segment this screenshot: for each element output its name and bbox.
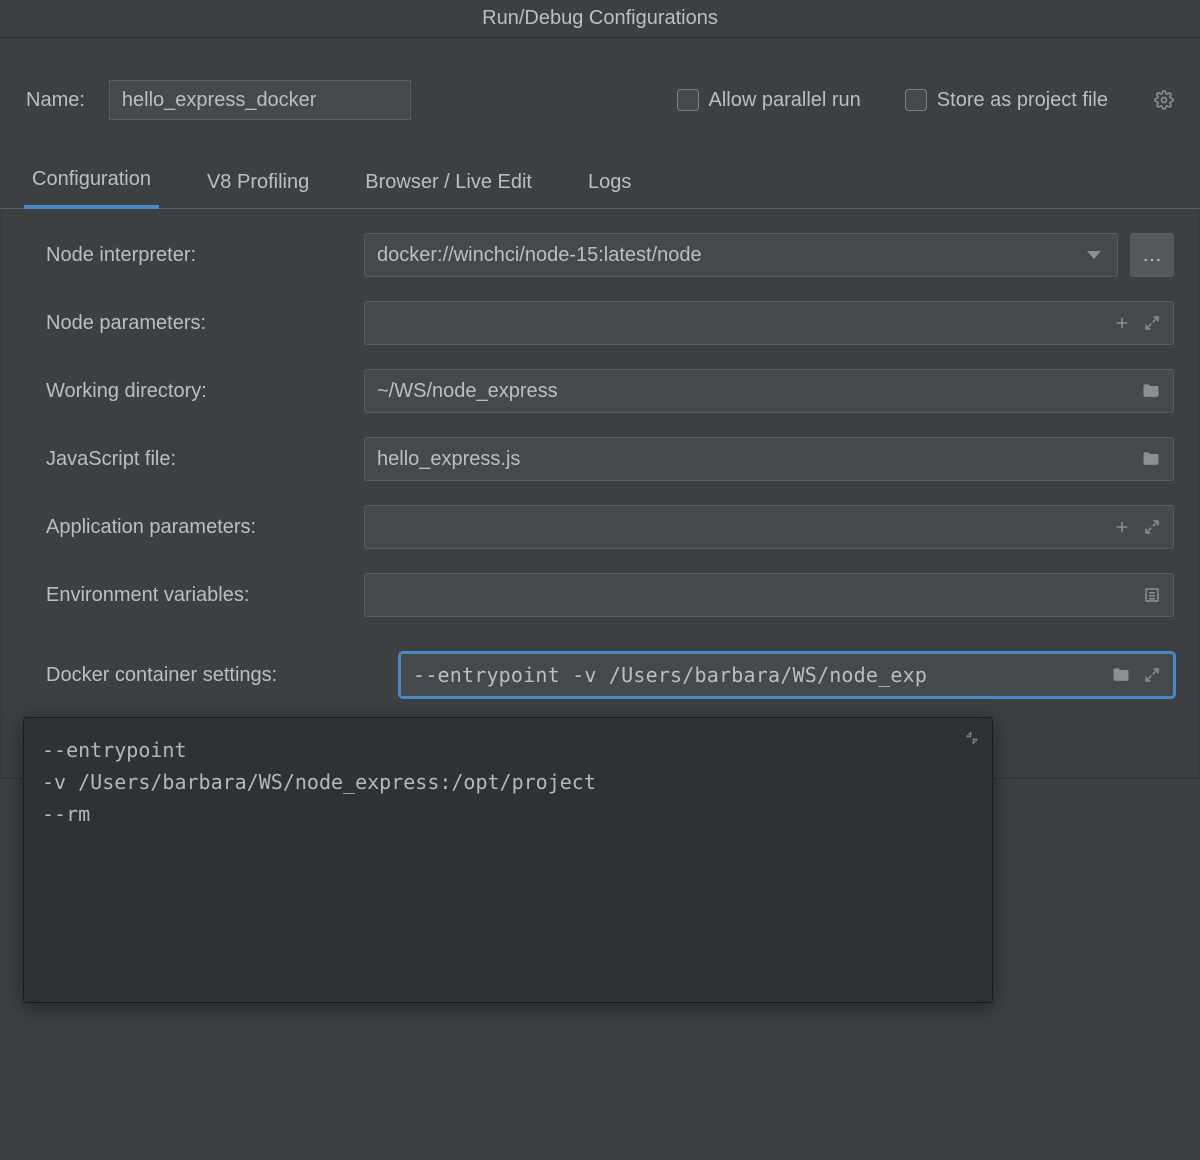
- row-working-directory: Working directory: ~/WS/node_express: [46, 369, 1174, 413]
- working-directory-input[interactable]: ~/WS/node_express: [364, 369, 1174, 413]
- expand-icon[interactable]: [1143, 518, 1161, 536]
- row-javascript-file: JavaScript file: hello_express.js: [46, 437, 1174, 481]
- allow-parallel-run-label: Allow parallel run: [709, 89, 861, 112]
- folder-icon[interactable]: [1111, 665, 1131, 685]
- top-options-group: Allow parallel run Store as project file: [677, 89, 1175, 112]
- name-label: Name:: [26, 89, 85, 112]
- plus-icon[interactable]: [1113, 518, 1131, 536]
- tab-bar: Configuration V8 Profiling Browser / Liv…: [0, 120, 1200, 209]
- popup-line: -v /Users/barbara/WS/node_express:/opt/p…: [42, 766, 974, 798]
- tab-configuration[interactable]: Configuration: [24, 168, 159, 209]
- application-parameters-label: Application parameters:: [46, 516, 346, 539]
- node-interpreter-value: docker://winchci/node-15:latest/node: [377, 244, 1087, 267]
- row-docker-container-settings: Docker container settings: --entrypoint …: [46, 653, 1174, 697]
- working-directory-label: Working directory:: [46, 380, 346, 403]
- store-as-project-file-checkbox[interactable]: Store as project file: [905, 89, 1108, 112]
- plus-icon[interactable]: [1113, 314, 1131, 332]
- expand-icon[interactable]: [1143, 666, 1161, 684]
- name-input[interactable]: [109, 80, 411, 120]
- node-interpreter-label: Node interpreter:: [46, 244, 346, 267]
- docker-container-settings-input[interactable]: --entrypoint -v /Users/barbara/WS/node_e…: [400, 653, 1174, 697]
- collapse-icon[interactable]: [964, 730, 980, 746]
- node-parameters-input[interactable]: [364, 301, 1174, 345]
- ellipsis-button[interactable]: …: [1130, 233, 1174, 277]
- configuration-form: Node interpreter: docker://winchci/node-…: [1, 209, 1199, 779]
- window-title-text: Run/Debug Configurations: [482, 7, 718, 30]
- popup-line: --entrypoint: [42, 734, 974, 766]
- tab-logs[interactable]: Logs: [580, 171, 639, 208]
- gear-icon[interactable]: [1154, 90, 1174, 110]
- tab-browser-live-edit[interactable]: Browser / Live Edit: [357, 171, 540, 208]
- window-title: Run/Debug Configurations: [0, 0, 1200, 38]
- popup-line: --rm: [42, 798, 974, 830]
- working-directory-value: ~/WS/node_express: [377, 380, 1141, 403]
- row-node-interpreter: Node interpreter: docker://winchci/node-…: [46, 233, 1174, 277]
- store-as-project-file-label: Store as project file: [937, 89, 1108, 112]
- checkbox-box: [677, 89, 699, 111]
- tab-v8-profiling[interactable]: V8 Profiling: [199, 171, 317, 208]
- row-node-parameters: Node parameters:: [46, 301, 1174, 345]
- chevron-down-icon: [1087, 251, 1101, 259]
- environment-variables-label: Environment variables:: [46, 584, 346, 607]
- expanded-text-popup[interactable]: --entrypoint -v /Users/barbara/WS/node_e…: [24, 718, 992, 1002]
- docker-container-settings-label: Docker container settings:: [46, 664, 382, 687]
- node-parameters-label: Node parameters:: [46, 312, 346, 335]
- javascript-file-input[interactable]: hello_express.js: [364, 437, 1174, 481]
- javascript-file-label: JavaScript file:: [46, 448, 346, 471]
- environment-variables-input[interactable]: [364, 573, 1174, 617]
- row-application-parameters: Application parameters:: [46, 505, 1174, 549]
- node-interpreter-select[interactable]: docker://winchci/node-15:latest/node: [364, 233, 1118, 277]
- list-icon[interactable]: [1143, 586, 1161, 604]
- row-environment-variables: Environment variables:: [46, 573, 1174, 617]
- allow-parallel-run-checkbox[interactable]: Allow parallel run: [677, 89, 861, 112]
- checkbox-box: [905, 89, 927, 111]
- expand-icon[interactable]: [1143, 314, 1161, 332]
- application-parameters-input[interactable]: [364, 505, 1174, 549]
- docker-container-settings-value: --entrypoint -v /Users/barbara/WS/node_e…: [413, 663, 1111, 687]
- folder-icon[interactable]: [1141, 449, 1161, 469]
- name-row: Name: Allow parallel run Store as projec…: [0, 38, 1200, 120]
- folder-icon[interactable]: [1141, 381, 1161, 401]
- javascript-file-value: hello_express.js: [377, 448, 1141, 471]
